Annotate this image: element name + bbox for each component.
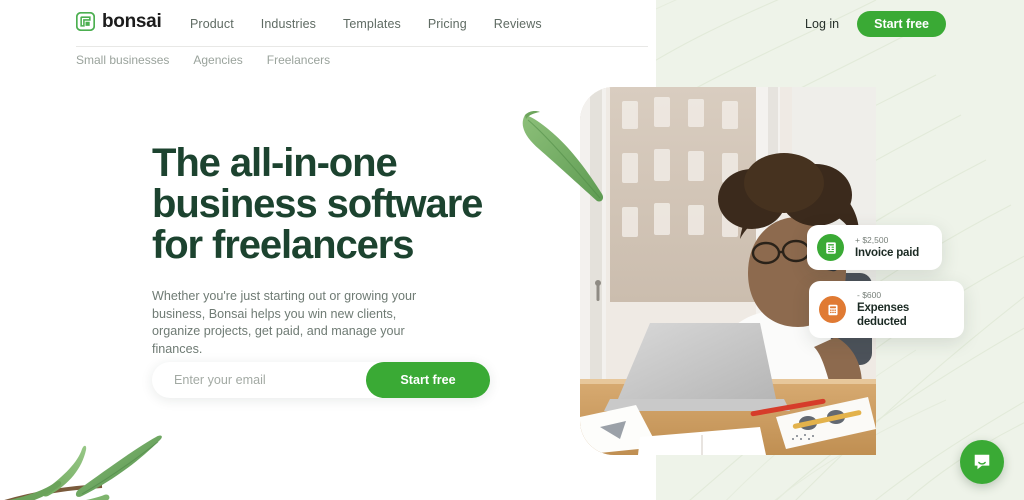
invoice-amount: + $2,500 — [855, 235, 889, 245]
subnav-item-small-businesses[interactable]: Small businesses — [76, 53, 169, 67]
header-actions: Log in Start free — [805, 0, 946, 47]
subnav-item-agencies[interactable]: Agencies — [193, 53, 242, 67]
nav-item-reviews[interactable]: Reviews — [494, 17, 542, 31]
invoice-title: Invoice paid — [855, 247, 920, 259]
email-signup-form: Start free — [152, 362, 490, 398]
landing-page: bonsai Product Industries Templates Pric… — [0, 0, 1024, 500]
leaf-branch-icon — [4, 435, 162, 500]
calculator-receipt-icon — [819, 296, 846, 323]
card-text-group: + $2,500 Invoice paid — [855, 235, 919, 260]
nav-item-product[interactable]: Product — [190, 17, 234, 31]
subnav-item-freelancers[interactable]: Freelancers — [267, 53, 330, 67]
notification-card-invoice: + $2,500 Invoice paid — [807, 225, 942, 270]
leaf-icon — [522, 111, 604, 202]
page-title: The all-in-one business software for fre… — [152, 141, 483, 267]
logo[interactable]: bonsai — [76, 11, 162, 32]
header-divider — [76, 46, 648, 47]
chat-widget-button[interactable] — [960, 440, 1004, 484]
bonsai-spiral-square-icon — [76, 12, 95, 31]
hero-copy: The all-in-one business software for fre… — [152, 143, 512, 358]
expenses-amount: - $600 — [857, 290, 882, 300]
login-link[interactable]: Log in — [805, 17, 839, 31]
expenses-title: Expenses deducted — [857, 302, 910, 328]
logo-text: bonsai — [102, 11, 162, 32]
invoice-document-icon — [817, 234, 844, 261]
site-header: bonsai Product Industries Templates Pric… — [0, 0, 1024, 47]
email-input[interactable] — [152, 373, 366, 387]
start-free-button[interactable]: Start free — [857, 10, 946, 37]
nav-item-industries[interactable]: Industries — [261, 17, 316, 31]
nav-item-pricing[interactable]: Pricing — [428, 17, 467, 31]
nav-item-templates[interactable]: Templates — [343, 17, 401, 31]
sub-nav: Small businesses Agencies Freelancers — [76, 53, 330, 67]
card-text-group: - $600 Expenses deducted — [857, 290, 948, 329]
main-nav: Product Industries Templates Pricing Rev… — [190, 0, 542, 47]
notification-card-expenses: - $600 Expenses deducted — [809, 281, 964, 338]
hero-start-free-button[interactable]: Start free — [366, 362, 490, 398]
chat-bubble-icon — [974, 454, 990, 470]
hero-subtitle: Whether you're just starting out or grow… — [152, 289, 417, 356]
